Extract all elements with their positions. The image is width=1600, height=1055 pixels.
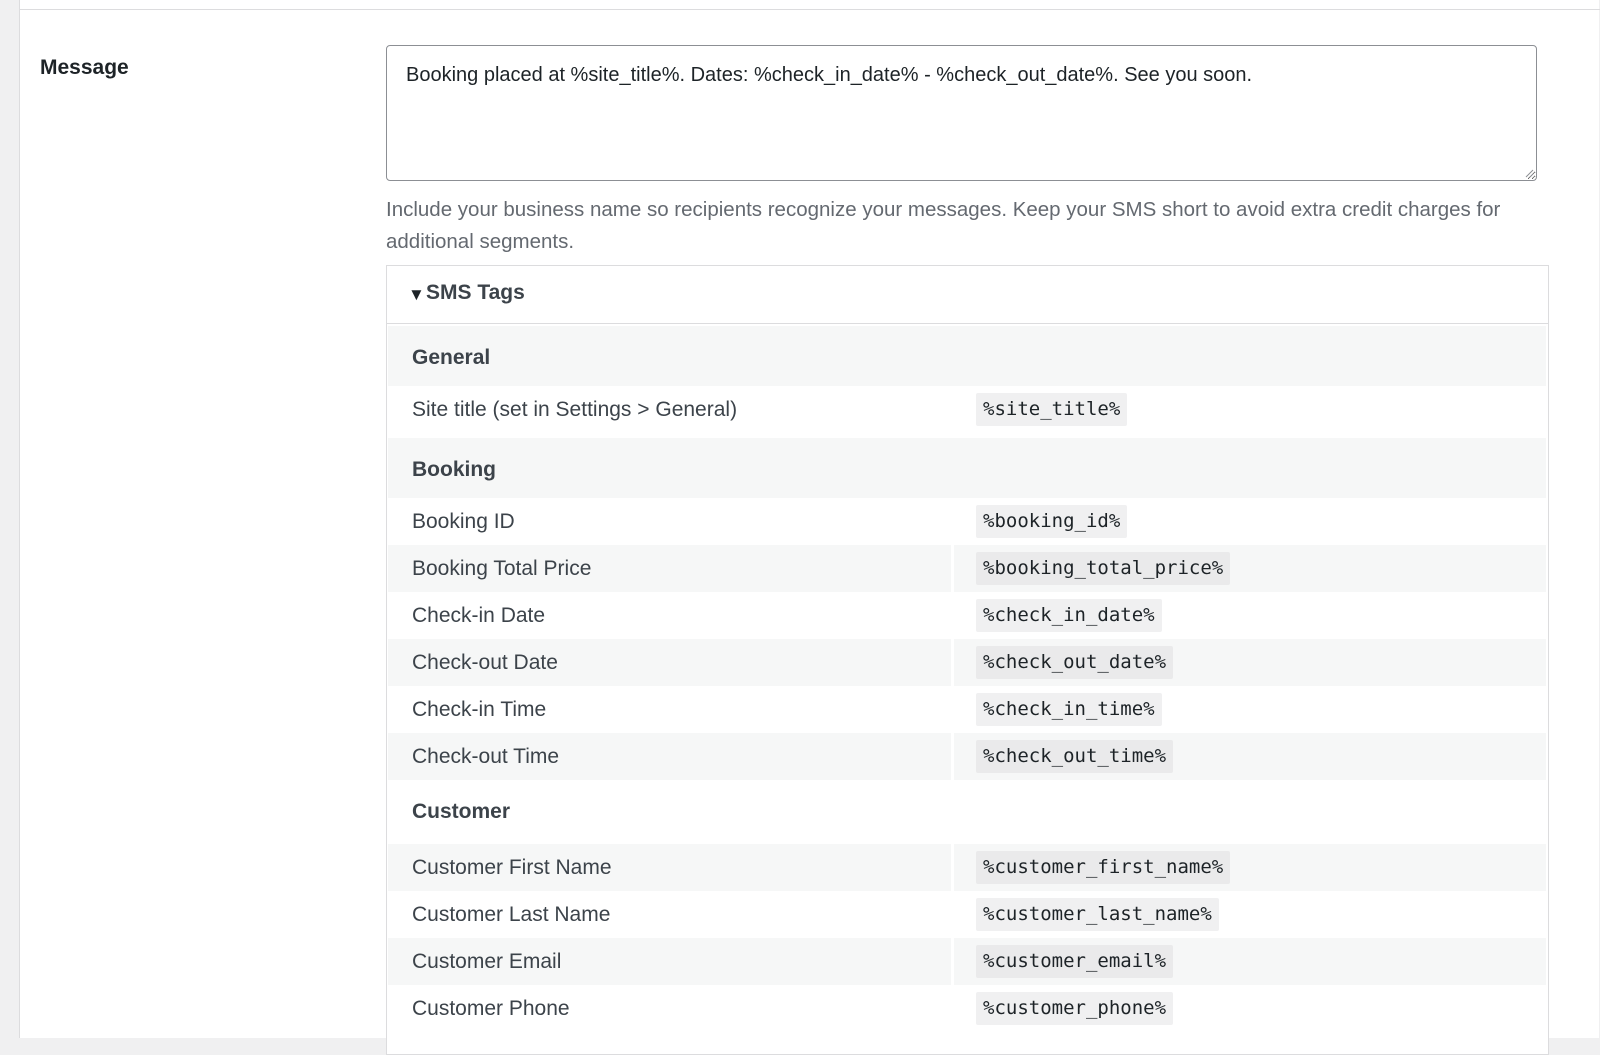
tag-description: Booking ID [412, 510, 515, 533]
section-divider [20, 9, 1600, 10]
tag-description: Check-in Time [412, 698, 547, 721]
sms-tags-title: SMS Tags [426, 281, 525, 304]
table-row: Site title (set in Settings > General) %… [388, 386, 1546, 438]
message-textarea[interactable]: Booking placed at %site_title%. Dates: %… [386, 45, 1537, 181]
tag-description: Check-in Date [412, 604, 546, 627]
table-row: Booking Total Price %booking_total_price… [388, 545, 1546, 592]
tag-description: Customer Phone [412, 997, 570, 1020]
sms-tags-details: ▼ SMS Tags General Site title (set in Se… [386, 265, 1549, 1055]
tag-code[interactable]: %check_out_date% [976, 646, 1174, 679]
tag-description: Check-out Time [412, 745, 560, 768]
tag-description: Site title (set in Settings > General) [412, 398, 738, 421]
sms-tags-table: General Site title (set in Settings > Ge… [388, 326, 1546, 1032]
tag-description: Customer Email [412, 950, 562, 973]
tag-code[interactable]: %check_in_time% [976, 693, 1162, 726]
tag-code[interactable]: %site_title% [976, 393, 1128, 426]
group-header-general: General [388, 326, 1546, 386]
triangle-down-icon: ▼ [408, 285, 425, 304]
sms-tags-summary-toggle[interactable]: ▼ SMS Tags [387, 266, 1548, 324]
message-label: Message [40, 56, 129, 79]
table-row: Check-in Date %check_in_date% [388, 592, 1546, 639]
tag-description: Booking Total Price [412, 557, 592, 580]
group-label: General [412, 346, 491, 369]
tag-description: Check-out Date [412, 651, 558, 674]
table-row: Customer First Name %customer_first_name… [388, 844, 1546, 891]
group-header-booking: Booking [388, 438, 1546, 498]
group-header-customer: Customer [388, 780, 1546, 844]
tag-code[interactable]: %customer_email% [976, 945, 1174, 978]
tag-description: Customer First Name [412, 856, 612, 879]
tag-code[interactable]: %customer_last_name% [976, 898, 1219, 931]
table-row: Customer Last Name %customer_last_name% [388, 891, 1546, 938]
tag-description: Customer Last Name [412, 903, 611, 926]
group-label: Customer [412, 800, 511, 823]
tag-code[interactable]: %customer_phone% [976, 992, 1174, 1025]
resize-handle-icon[interactable] [1524, 168, 1534, 178]
tag-code[interactable]: %check_in_date% [976, 599, 1162, 632]
table-row: Booking ID %booking_id% [388, 498, 1546, 545]
tag-code[interactable]: %customer_first_name% [976, 851, 1231, 884]
settings-panel: Message Booking placed at %site_title%. … [19, 0, 1600, 1055]
group-label: Booking [412, 458, 496, 481]
table-row: Check-out Time %check_out_time% [388, 733, 1546, 780]
table-row: Customer Phone %customer_phone% [388, 985, 1546, 1032]
table-row: Check-in Time %check_in_time% [388, 686, 1546, 733]
table-row: Check-out Date %check_out_date% [388, 639, 1546, 686]
tag-code[interactable]: %booking_total_price% [976, 552, 1231, 585]
tag-code[interactable]: %booking_id% [976, 505, 1128, 538]
message-description: Include your business name so recipients… [386, 198, 1501, 253]
table-row: Customer Email %customer_email% [388, 938, 1546, 985]
tag-code[interactable]: %check_out_time% [976, 740, 1174, 773]
